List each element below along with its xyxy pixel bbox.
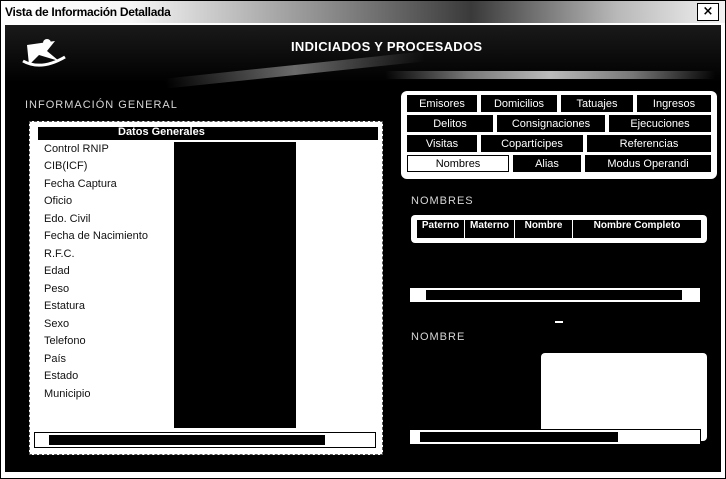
tab-ingresos[interactable]: Ingresos xyxy=(637,95,711,112)
tab-coparticipes[interactable]: Copartícipes xyxy=(481,135,583,152)
names-horizontal-scrollbar[interactable] xyxy=(409,287,701,303)
field-label: Municipio xyxy=(44,388,91,400)
scrollbar-thumb[interactable] xyxy=(426,290,682,300)
column-header[interactable]: Materno xyxy=(465,220,515,238)
tab-domicilios[interactable]: Domicilios xyxy=(481,95,557,112)
name-section-label: NOMBRE xyxy=(411,331,466,343)
names-table: Paterno Materno Nombre Nombre Completo xyxy=(411,215,707,243)
header-band: INDICIADOS Y PROCESADOS xyxy=(5,25,721,89)
name-detail-panel xyxy=(541,353,707,441)
names-section-label: NOMBRES xyxy=(411,195,474,207)
name-detail-scrollbar[interactable] xyxy=(409,429,701,445)
column-header[interactable]: Paterno xyxy=(417,220,465,238)
general-data-header: Datos Generales xyxy=(38,126,378,140)
field-label: Edad xyxy=(44,265,70,277)
tab-nombres[interactable]: Nombres xyxy=(407,155,509,172)
field-label: Edo. Civil xyxy=(44,213,91,225)
column-header[interactable]: Nombre Completo xyxy=(573,220,701,238)
tab-referencias[interactable]: Referencias xyxy=(587,135,711,152)
tab-delitos[interactable]: Delitos xyxy=(407,115,493,132)
names-table-header: Paterno Materno Nombre Nombre Completo xyxy=(417,220,701,238)
field-label: Oficio xyxy=(44,195,73,207)
general-info-panel: Datos Generales Control RNIP CIB(ICF) Fe… xyxy=(29,121,383,455)
window-title: Vista de Información Detallada xyxy=(5,5,171,19)
separator xyxy=(555,321,563,323)
horizontal-scrollbar[interactable] xyxy=(34,432,376,448)
tab-emisores[interactable]: Emisores xyxy=(407,95,477,112)
field-label: Telefono xyxy=(44,335,86,347)
app-title: INDICIADOS Y PROCESADOS xyxy=(291,39,483,54)
decorative-streak xyxy=(165,51,425,89)
field-label: Estatura xyxy=(44,300,85,312)
title-bar[interactable]: Vista de Información Detallada × xyxy=(1,1,725,23)
general-data-title: Datos Generales xyxy=(118,126,205,138)
tab-alias[interactable]: Alias xyxy=(513,155,581,172)
field-label: Peso xyxy=(44,283,70,295)
field-label: Fecha de Nacimiento xyxy=(44,230,148,242)
field-label: Fecha Captura xyxy=(44,178,117,190)
tab-modus-operandi[interactable]: Modus Operandi xyxy=(585,155,711,172)
field-label: Estado xyxy=(44,370,79,382)
general-info-label: INFORMACIÓN GENERAL xyxy=(25,99,178,111)
scrollbar-thumb[interactable] xyxy=(420,432,618,442)
values-column xyxy=(174,142,296,428)
field-label: País xyxy=(44,353,67,365)
detail-window: Vista de Información Detallada × INDICIA… xyxy=(0,0,726,479)
scrollbar-thumb[interactable] xyxy=(49,435,325,445)
column-header[interactable]: Nombre xyxy=(515,220,573,238)
agency-logo xyxy=(22,39,66,67)
tab-consignaciones[interactable]: Consignaciones xyxy=(497,115,605,132)
field-label: CIB(ICF) xyxy=(44,160,88,172)
window-body: INDICIADOS Y PROCESADOS INFORMACIÓN GENE… xyxy=(5,25,721,472)
field-label: Control RNIP xyxy=(44,143,109,155)
tab-visitas[interactable]: Visitas xyxy=(407,135,477,152)
decorative-streak xyxy=(385,71,715,79)
tab-ejecuciones[interactable]: Ejecuciones xyxy=(609,115,711,132)
field-label: R.F.C. xyxy=(44,248,75,260)
tab-tatuajes[interactable]: Tatuajes xyxy=(561,95,633,112)
close-button[interactable]: × xyxy=(697,3,719,21)
field-label: Sexo xyxy=(44,318,70,330)
